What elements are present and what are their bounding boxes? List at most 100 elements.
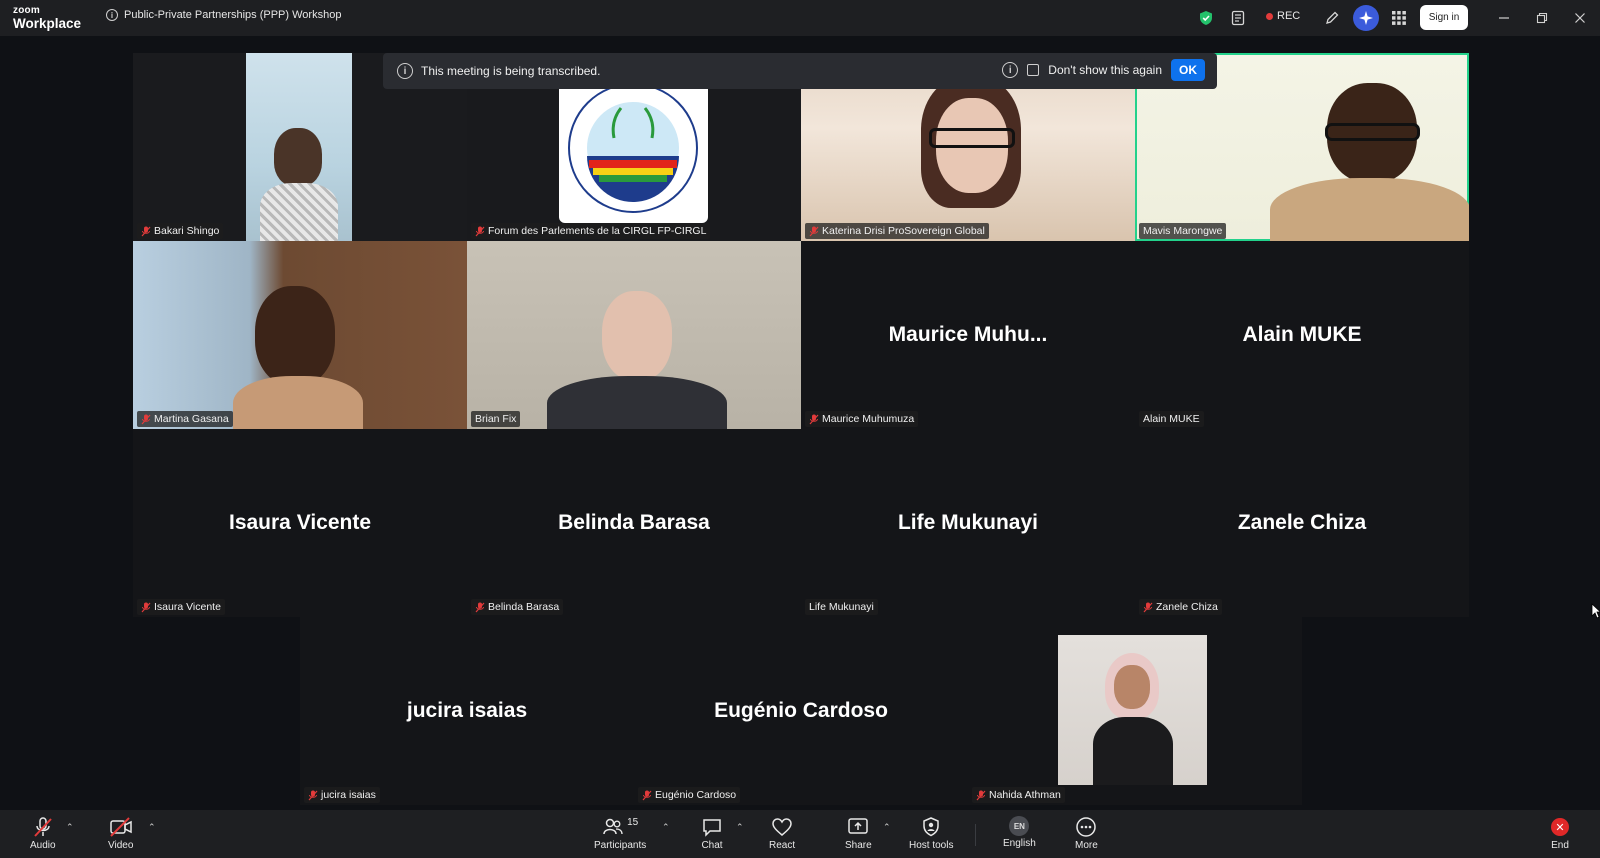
- apps-grid-icon[interactable]: [1389, 8, 1409, 28]
- chat-options-caret-icon[interactable]: ⌃: [736, 822, 744, 833]
- react-button[interactable]: React: [769, 816, 795, 851]
- ai-companion-icon[interactable]: [1353, 5, 1379, 31]
- video-tile-maurice[interactable]: Maurice Muhu... Maurice Muhumuza: [801, 241, 1135, 429]
- participant-name: Nahida Athman: [989, 789, 1061, 801]
- dont-show-label[interactable]: Don't show this again: [1048, 63, 1162, 77]
- participant-name-tag: Zanele Chiza: [1139, 599, 1222, 615]
- video-tile-jucira[interactable]: jucira isaias jucira isaias: [300, 617, 634, 805]
- more-button[interactable]: More: [1075, 816, 1098, 851]
- participant-display-name: Maurice Muhu...: [888, 323, 1048, 346]
- audio-options-caret-icon[interactable]: ⌃: [66, 822, 74, 833]
- participants-icon: [603, 818, 623, 835]
- participants-button[interactable]: 15 Participants: [594, 816, 646, 851]
- host-tools-label: Host tools: [909, 840, 954, 851]
- chat-icon: [703, 819, 721, 837]
- video-tile-belinda[interactable]: Belinda Barasa Belinda Barasa: [467, 429, 801, 617]
- restore-icon[interactable]: [1532, 8, 1552, 28]
- end-button[interactable]: ✕ End: [1551, 818, 1569, 851]
- video-tile-eugenio[interactable]: Eugénio Cardoso Eugénio Cardoso: [634, 617, 968, 805]
- meeting-title: Public-Private Partnerships (PPP) Worksh…: [124, 9, 342, 21]
- notes-icon[interactable]: [1228, 8, 1248, 28]
- audio-label: Audio: [30, 840, 56, 851]
- participant-name-tag: Katerina Drisi ProSovereign Global: [805, 223, 989, 239]
- participant-name: Bakari Shingo: [154, 225, 220, 237]
- encryption-shield-icon[interactable]: [1196, 8, 1216, 28]
- participants-options-caret-icon[interactable]: ⌃: [662, 822, 670, 833]
- dont-show-checkbox[interactable]: [1027, 64, 1040, 76]
- participant-name: Belinda Barasa: [488, 601, 560, 613]
- video-tile-martina[interactable]: Martina Gasana: [133, 241, 467, 429]
- participant-name: Maurice Muhumuza: [822, 413, 915, 425]
- english-label: English: [1003, 838, 1036, 849]
- participant-video: [602, 291, 672, 381]
- video-tile-alain[interactable]: Alain MUKE Alain MUKE: [1135, 241, 1469, 429]
- participant-name: Forum des Parlements de la CIRGL FP-CIRG…: [488, 225, 707, 237]
- meeting-info[interactable]: i Public-Private Partnerships (PPP) Work…: [106, 9, 341, 21]
- title-bar: zoom Workplace i Public-Private Partners…: [0, 0, 1600, 36]
- participant-name: Life Mukunayi: [809, 601, 874, 613]
- chat-label: Chat: [701, 840, 723, 851]
- video-options-caret-icon[interactable]: ⌃: [148, 822, 156, 833]
- share-screen-icon: [848, 818, 869, 834]
- video-tile-zanele[interactable]: Zanele Chiza Zanele Chiza: [1135, 429, 1469, 617]
- participant-name: Isaura Vicente: [154, 601, 221, 613]
- close-icon[interactable]: [1570, 8, 1590, 28]
- participant-display-name: Eugénio Cardoso: [714, 699, 888, 722]
- participant-name-tag: Alain MUKE: [1139, 411, 1204, 427]
- rec-label: REC: [1277, 10, 1301, 22]
- participant-profile-picture: [1058, 635, 1207, 785]
- banner-message: This meeting is being transcribed.: [421, 64, 601, 78]
- mic-muted-icon: [308, 790, 318, 800]
- mic-muted-icon: [141, 414, 151, 424]
- mic-muted-icon: [475, 602, 485, 612]
- participant-display-name: Belinda Barasa: [558, 511, 710, 534]
- participant-name: Zanele Chiza: [1156, 601, 1218, 613]
- audio-button[interactable]: Audio: [30, 816, 56, 851]
- video-tile-brian[interactable]: Brian Fix: [467, 241, 801, 429]
- toolbar-divider: [975, 824, 976, 846]
- mic-muted-icon: [809, 414, 819, 424]
- mic-muted-icon: [642, 790, 652, 800]
- mic-muted-icon: [475, 226, 485, 236]
- ok-button[interactable]: OK: [1171, 59, 1205, 81]
- video-tile-nahida[interactable]: Nahida Athman: [968, 617, 1302, 805]
- host-tools-button[interactable]: Host tools: [909, 816, 953, 851]
- language-badge-icon: EN: [1009, 816, 1030, 836]
- participant-display-name: Alain MUKE: [1242, 323, 1362, 346]
- sign-in-button[interactable]: Sign in: [1420, 5, 1468, 30]
- participants-label: Participants: [594, 840, 647, 851]
- recording-dot-icon: [1266, 12, 1273, 20]
- mic-muted-icon: [141, 226, 151, 236]
- video-tile-life[interactable]: Life Mukunayi Life Mukunayi: [801, 429, 1135, 617]
- share-options-caret-icon[interactable]: ⌃: [883, 822, 891, 833]
- video-off-icon: [109, 817, 132, 837]
- video-button[interactable]: Video: [108, 816, 133, 851]
- recording-indicator[interactable]: REC: [1266, 10, 1300, 22]
- participant-display-name: Zanele Chiza: [1237, 511, 1367, 534]
- participant-name: Martina Gasana: [154, 413, 229, 425]
- participant-name-tag: Eugénio Cardoso: [638, 787, 741, 803]
- host-tools-shield-icon: [923, 817, 939, 837]
- more-label: More: [1075, 840, 1098, 851]
- transcription-banner: i This meeting is being transcribed. i D…: [383, 53, 1217, 89]
- participant-display-name: jucira isaias: [406, 699, 528, 722]
- info-icon[interactable]: i: [106, 9, 118, 21]
- share-button[interactable]: Share: [845, 816, 872, 851]
- annotate-pen-icon[interactable]: [1322, 8, 1342, 28]
- mic-muted-icon: [141, 602, 151, 612]
- participants-count: 15: [627, 817, 639, 828]
- banner-info-icon[interactable]: i: [1002, 62, 1019, 78]
- language-button[interactable]: EN English: [1003, 816, 1036, 849]
- participant-name: Alain MUKE: [1143, 413, 1200, 425]
- video-tile-isaura[interactable]: Isaura Vicente Isaura Vicente: [133, 429, 467, 617]
- participant-name-tag: Martina Gasana: [137, 411, 233, 427]
- minimize-icon[interactable]: [1494, 8, 1514, 28]
- chat-button[interactable]: Chat: [701, 816, 723, 851]
- participant-video: [246, 53, 352, 241]
- mic-muted-icon: [1143, 602, 1153, 612]
- mic-muted-icon: [976, 790, 986, 800]
- participant-name-tag: Isaura Vicente: [137, 599, 225, 615]
- participant-name-tag: Maurice Muhumuza: [805, 411, 919, 427]
- forum-logo-image: [559, 78, 708, 223]
- heart-icon: [772, 818, 792, 836]
